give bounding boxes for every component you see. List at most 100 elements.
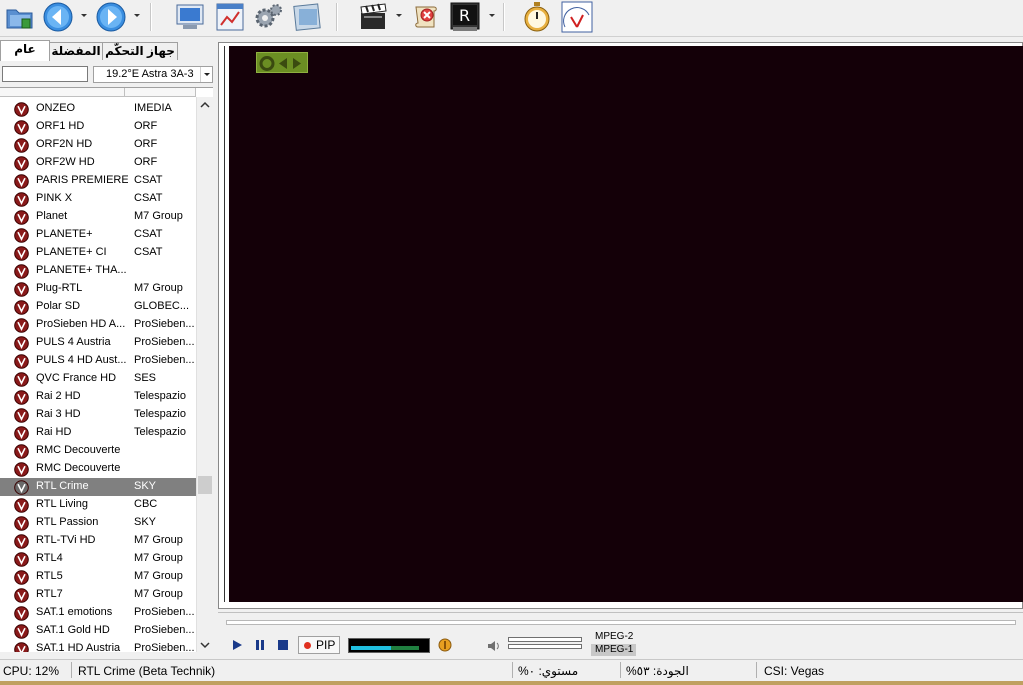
channel-name: PULS 4 HD Aust... (36, 354, 127, 366)
scrollbar-thumb[interactable] (198, 476, 212, 494)
record-icon[interactable]: R (449, 1, 481, 33)
channel-row[interactable]: RTL Crime SKY (0, 478, 196, 496)
channel-provider: Telespazio (134, 408, 186, 420)
channel-row[interactable]: Rai 3 HD Telespazio (0, 406, 196, 424)
speaker-icon[interactable] (486, 639, 500, 653)
clapper-icon[interactable] (357, 1, 389, 33)
channel-name: ORF2N HD (36, 138, 93, 150)
volume-slider[interactable] (508, 636, 584, 652)
audio-codec-label[interactable]: MPEG-1 (591, 644, 636, 656)
channel-row[interactable]: Rai 2 HD Telespazio (0, 388, 196, 406)
play-icon[interactable] (230, 638, 244, 652)
column-header-provider[interactable] (125, 88, 196, 97)
channel-row[interactable]: ORF2N HD ORF (0, 136, 196, 154)
channel-provider: M7 Group (134, 534, 183, 546)
open-folder-icon[interactable] (4, 1, 36, 33)
signal-meter-icon[interactable] (561, 1, 593, 33)
scroll-down-icon[interactable] (197, 637, 213, 652)
channel-row[interactable]: QVC France HD SES (0, 370, 196, 388)
channel-list[interactable]: ONZEO IMEDIA ORF1 HD ORF ORF2N HD ORF ORF2W HD… (0, 87, 213, 652)
video-channel-icon (14, 642, 29, 652)
video-codec-label[interactable]: MPEG-2 (591, 631, 636, 643)
channel-row[interactable]: RTL7 M7 Group (0, 586, 196, 604)
volume-track-bottom (508, 644, 582, 649)
channel-provider: SES (134, 372, 157, 384)
back-dropdown-icon[interactable] (80, 10, 88, 20)
channel-name: ORF1 HD (36, 120, 85, 132)
channel-name: PINK X (36, 192, 73, 204)
video-channel-icon (14, 354, 29, 369)
channel-row[interactable]: PULS 4 HD Aust... ProSieben... (0, 352, 196, 370)
channel-name: RTL Living (36, 498, 88, 510)
channel-row[interactable]: PLANETE+ THA... (0, 262, 196, 280)
channel-row[interactable]: Rai HD Telespazio (0, 424, 196, 442)
channel-row[interactable]: SAT.1 emotions ProSieben... (0, 604, 196, 622)
channel-row[interactable]: PLANETE+ CSAT (0, 226, 196, 244)
channel-name: SAT.1 Gold HD (36, 624, 110, 636)
channel-row[interactable]: RTL5 M7 Group (0, 568, 196, 586)
forward-icon[interactable] (95, 1, 127, 33)
level-meter-fill-secondary (391, 646, 419, 650)
channel-name: PULS 4 Austria (36, 336, 111, 348)
svg-text:R: R (459, 6, 470, 25)
channel-row[interactable]: ONZEO IMEDIA (0, 100, 196, 118)
status-bar: CPU: 12% RTL Crime (Beta Technik) %مستوي… (0, 659, 1023, 681)
tab-general[interactable]: عام (0, 40, 50, 61)
channel-list-scrollbar[interactable] (196, 97, 213, 652)
stopwatch-icon[interactable] (521, 1, 553, 33)
channel-row[interactable]: PLANETE+ CI CSAT (0, 244, 196, 262)
channel-row[interactable]: ORF1 HD ORF (0, 118, 196, 136)
clapper-dropdown-icon[interactable] (395, 10, 403, 20)
tab-favorites[interactable]: المفضلة (49, 42, 103, 60)
seek-bar[interactable] (226, 620, 1016, 625)
chevron-down-icon[interactable] (200, 67, 212, 82)
scroll-icon[interactable] (410, 1, 442, 33)
channel-row[interactable]: RTL4 M7 Group (0, 550, 196, 568)
video-channel-icon (14, 426, 29, 441)
channel-name: PARIS PREMIERE (36, 174, 128, 186)
channel-name: Planet (36, 210, 68, 222)
channel-row[interactable]: RTL Passion SKY (0, 514, 196, 532)
channel-name: SAT.1 HD Austria (36, 642, 121, 652)
back-icon[interactable] (42, 1, 74, 33)
video-channel-icon (14, 408, 29, 423)
channel-row[interactable]: PULS 4 Austria ProSieben... (0, 334, 196, 352)
channel-row[interactable]: SAT.1 HD Austria ProSieben... (0, 640, 196, 652)
column-header-name[interactable] (0, 88, 125, 97)
pip-button[interactable]: PIP (298, 636, 340, 654)
channel-row[interactable]: Polar SD GLOBEC... (0, 298, 196, 316)
video-display[interactable] (229, 46, 1023, 602)
forward-dropdown-icon[interactable] (133, 10, 141, 20)
pip-label: PIP (316, 638, 336, 652)
channel-row[interactable]: Planet M7 Group (0, 208, 196, 226)
stop-icon[interactable] (276, 638, 290, 652)
settings-gears-icon[interactable] (252, 1, 284, 33)
video-channel-icon (14, 156, 29, 171)
osd-navigation[interactable] (256, 52, 308, 73)
pause-icon[interactable] (253, 638, 267, 652)
channel-row[interactable]: RMC Decouverte (0, 460, 196, 478)
channel-name: Polar SD (36, 300, 81, 312)
channel-row[interactable]: RTL Living CBC (0, 496, 196, 514)
tab-remote-control[interactable]: جهاز التحكّم (102, 42, 178, 60)
channel-row[interactable]: SAT.1 Gold HD ProSieben... (0, 622, 196, 640)
scroll-up-icon[interactable] (197, 97, 213, 113)
channel-row[interactable]: ProSieben HD A... ProSieben... (0, 316, 196, 334)
epg-window-icon[interactable] (214, 1, 246, 33)
record-dropdown-icon[interactable] (488, 10, 496, 20)
monitor-icon[interactable] (174, 1, 206, 33)
channel-row[interactable]: RTL-TVi HD M7 Group (0, 532, 196, 550)
channel-row[interactable]: ORF2W HD ORF (0, 154, 196, 172)
channel-row[interactable]: Plug-RTL M7 Group (0, 280, 196, 298)
channel-row[interactable]: PARIS PREMIERE CSAT (0, 172, 196, 190)
channel-name: PLANETE+ (36, 228, 93, 240)
screenshot-icon[interactable] (292, 1, 324, 33)
channel-name: RTL7 (36, 588, 63, 600)
record-dot-icon (304, 642, 311, 649)
channel-row[interactable]: RMC Decouverte (0, 442, 196, 460)
channel-row[interactable]: PINK X CSAT (0, 190, 196, 208)
satellite-select[interactable]: 19.2°E Astra 3A-3 (93, 66, 213, 83)
panel-tabs: عام المفضلة جهاز التحكّم (0, 40, 215, 61)
coin-icon[interactable] (438, 638, 452, 652)
channel-search-input[interactable] (2, 66, 88, 82)
